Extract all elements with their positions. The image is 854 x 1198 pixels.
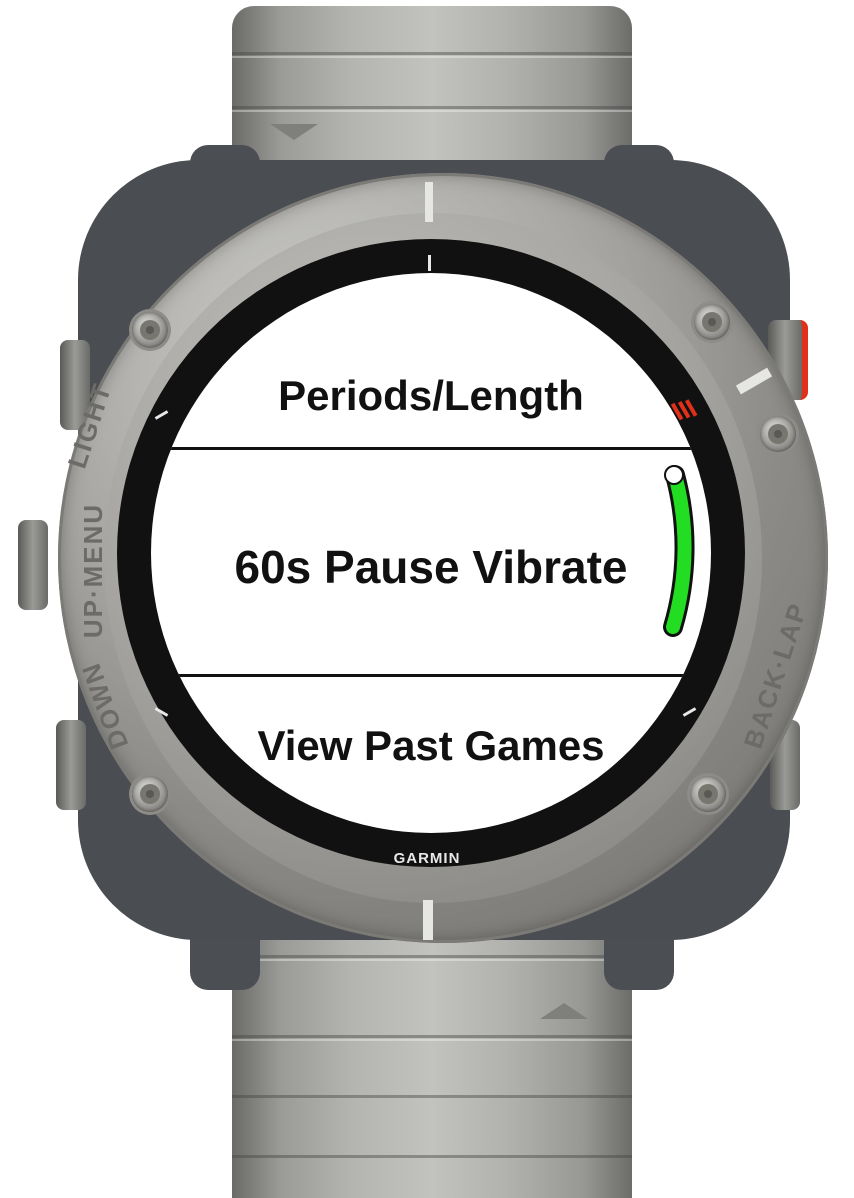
watch-band-bottom [232, 925, 632, 1198]
bezel-top-marker [425, 182, 433, 222]
brand-logo: GARMIN [393, 850, 461, 867]
band-up-arrow-icon [540, 1003, 588, 1019]
bezel-screw-right [760, 416, 796, 452]
up-menu-button-label: UP·MENU [78, 502, 109, 639]
scroll-indicator [663, 465, 695, 637]
watch-screen: Periods/Length 60s Pause Vibrate View Pa… [151, 273, 711, 833]
scroll-position-dot-icon [664, 465, 684, 485]
band-down-arrow-icon [270, 124, 318, 140]
down-button[interactable] [56, 720, 86, 810]
up-menu-button[interactable] [18, 520, 48, 610]
ring-tick-top [428, 255, 431, 271]
bezel-bottom-marker [423, 900, 433, 940]
